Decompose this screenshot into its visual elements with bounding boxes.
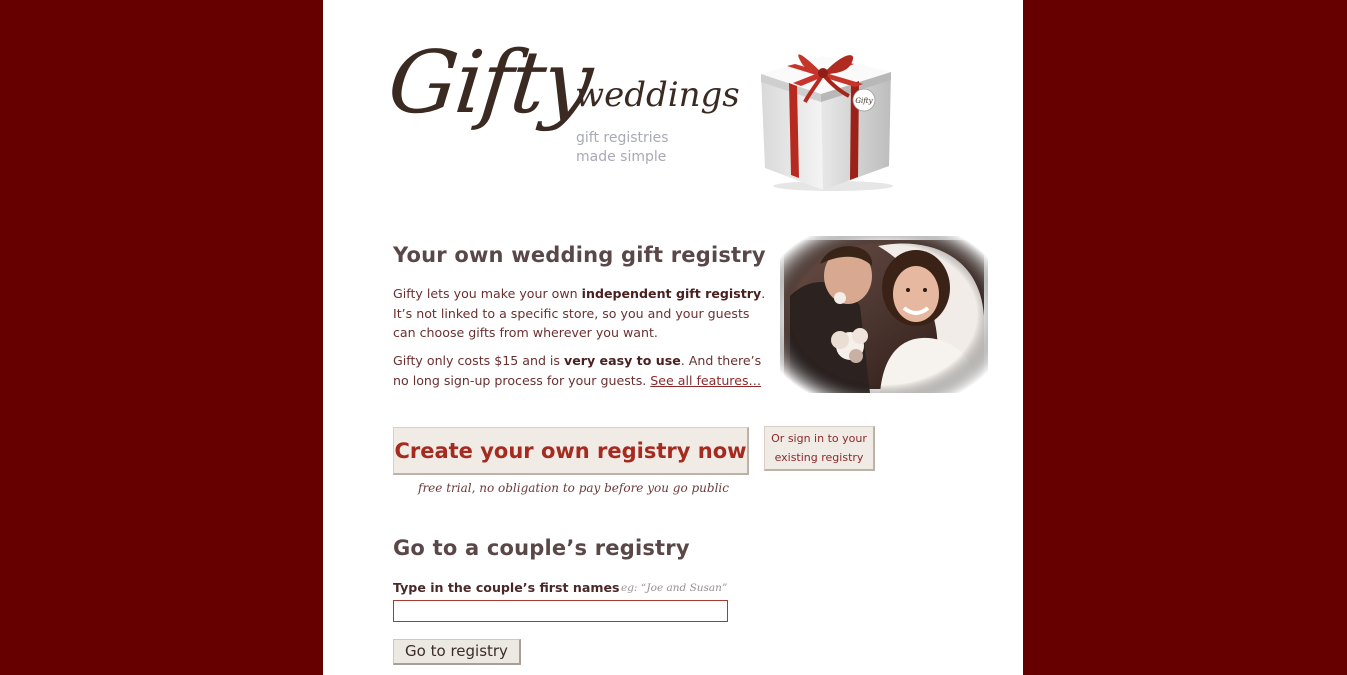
sign-in-button[interactable]: Or sign in to your existing registry	[764, 426, 875, 471]
wedding-couple-photo	[780, 236, 988, 393]
intro-paragraph-2: Gifty only costs $15 and is very easy to…	[393, 353, 762, 388]
create-registry-button[interactable]: Create your own registry now	[393, 427, 749, 475]
couple-names-label: Type in the couple’s first names	[393, 580, 620, 595]
go-to-registry-button[interactable]: Go to registry	[393, 639, 521, 665]
gift-tag-label: Gifty	[855, 97, 873, 105]
free-trial-note: free trial, no obligation to pay before …	[418, 481, 729, 495]
couple-names-input[interactable]	[393, 600, 728, 622]
page-content: Gifty weddings gift registries made simp…	[323, 0, 1023, 675]
see-all-features-link[interactable]: See all features…	[650, 373, 761, 388]
gift-box-icon: Gifty	[761, 54, 893, 191]
logo-gifty-text: Gifty	[383, 33, 596, 133]
gifty-weddings-logo[interactable]: Gifty weddings gift registries made simp…	[384, 33, 749, 180]
logo-weddings-text: weddings	[575, 75, 740, 115]
intro-heading: Your own wedding gift registry	[393, 243, 766, 267]
couple-registry-heading: Go to a couple’s registry	[393, 536, 690, 560]
logo-tagline: gift registries made simple	[576, 130, 669, 165]
intro-paragraph-1: Gifty lets you make your own independent…	[393, 286, 766, 340]
couple-names-example: eg: “Joe and Susan”	[621, 582, 728, 594]
